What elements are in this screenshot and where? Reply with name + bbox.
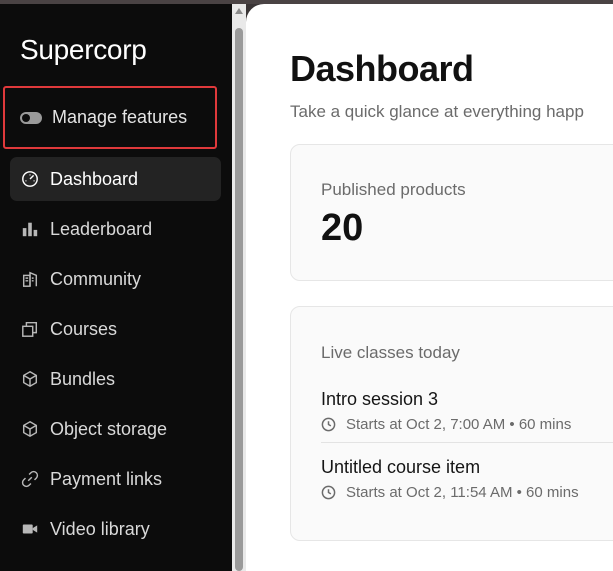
- class-title: Untitled course item: [321, 457, 481, 477]
- class-meta: Starts at Oct 2, 11:54 AM • 60 mins: [321, 484, 613, 501]
- sidebar-item-courses[interactable]: Courses: [10, 307, 221, 351]
- sidebar-nav: Dashboard Leaderboard Community Courses …: [10, 157, 221, 557]
- bar-chart-icon: [20, 219, 40, 239]
- scrollbar-thumb[interactable]: [235, 28, 243, 571]
- sidebar-item-community[interactable]: Community: [10, 257, 221, 301]
- clock-icon: [321, 417, 336, 432]
- class-title: Intro session 3: [321, 389, 439, 409]
- sidebar-item-leaderboard[interactable]: Leaderboard: [10, 207, 221, 251]
- clock-icon: [321, 485, 336, 500]
- boxes-icon: [20, 369, 40, 389]
- sidebar-item-label: Payment links: [50, 468, 163, 489]
- live-classes-label: Live classes today: [321, 343, 460, 362]
- sidebar-scrollbar[interactable]: [232, 4, 246, 571]
- page-subtitle: Take a quick glance at everything happ: [290, 102, 584, 121]
- brand-logo[interactable]: Supercorp: [20, 34, 147, 66]
- gauge-icon: [20, 169, 40, 189]
- published-products-count: 20: [321, 207, 364, 249]
- sidebar-item-label: Bundles: [50, 368, 116, 389]
- scroll-up-icon[interactable]: [235, 8, 243, 14]
- toggle-icon: [20, 111, 42, 124]
- page-title: Dashboard: [290, 48, 474, 89]
- divider: [321, 442, 613, 443]
- live-classes-card: Live classes today Intro session 3 Start…: [290, 306, 613, 541]
- building-icon: [20, 269, 40, 289]
- sidebar-item-video-library[interactable]: Video library: [10, 507, 221, 551]
- class-schedule: Starts at Oct 2, 7:00 AM • 60 mins: [346, 416, 572, 433]
- class-item[interactable]: Intro session 3 Starts at Oct 2, 7:00 AM…: [321, 389, 613, 433]
- sidebar-item-dashboard[interactable]: Dashboard: [10, 157, 221, 201]
- sidebar-item-label: Community: [50, 268, 142, 289]
- main-content: Dashboard Take a quick glance at everyth…: [246, 4, 613, 571]
- sidebar-item-label: Courses: [50, 318, 118, 339]
- sidebar-item-object-storage[interactable]: Object storage: [10, 407, 221, 451]
- sidebar: Supercorp Manage features Dashboard Lead…: [0, 4, 232, 571]
- manage-features-button[interactable]: Manage features: [3, 86, 217, 149]
- class-item[interactable]: Untitled course item Starts at Oct 2, 11…: [321, 457, 613, 501]
- sidebar-item-label: Dashboard: [50, 168, 139, 189]
- class-meta: Starts at Oct 2, 7:00 AM • 60 mins: [321, 416, 613, 433]
- link-icon: [20, 469, 40, 489]
- video-icon: [20, 519, 40, 539]
- published-products-label: Published products: [321, 180, 466, 199]
- sidebar-item-label: Leaderboard: [50, 218, 153, 239]
- copy-icon: [20, 319, 40, 339]
- manage-features-label: Manage features: [52, 107, 188, 127]
- sidebar-item-label: Object storage: [50, 418, 168, 439]
- sidebar-item-label: Video library: [50, 518, 150, 539]
- sidebar-item-payment-links[interactable]: Payment links: [10, 457, 221, 501]
- cube-icon: [20, 419, 40, 439]
- class-schedule: Starts at Oct 2, 11:54 AM • 60 mins: [346, 484, 579, 501]
- published-products-card: Published products 20: [290, 144, 613, 281]
- sidebar-item-bundles[interactable]: Bundles: [10, 357, 221, 401]
